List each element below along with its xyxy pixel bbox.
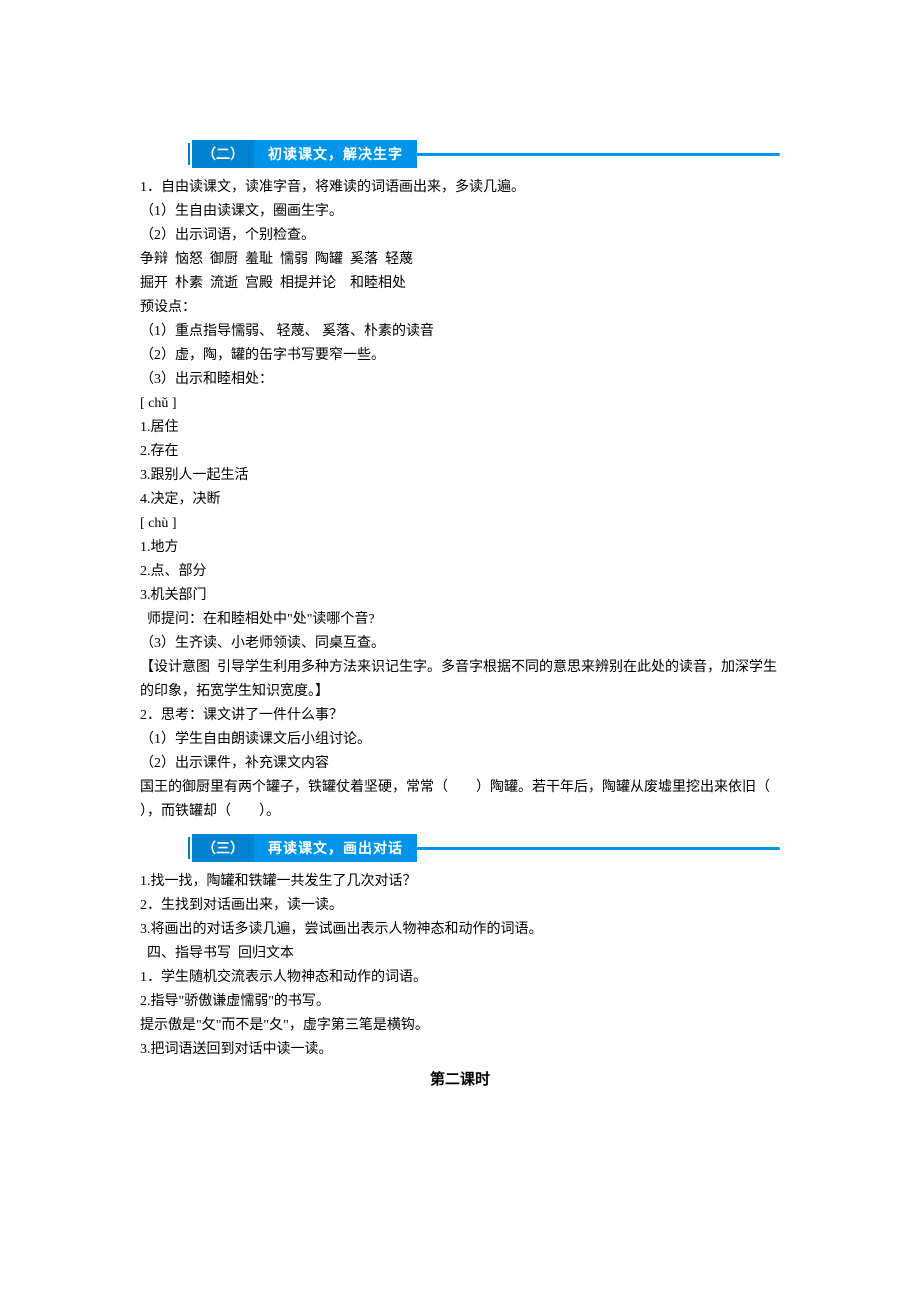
s2-line-16: 2.点、部分 xyxy=(140,560,780,584)
s2-line-3: 争辩 恼怒 御厨 羞耻 懦弱 陶罐 奚落 轻蔑 xyxy=(140,248,780,272)
s2-line-7: （2）虚，陶，罐的缶字书写要窄一些。 xyxy=(140,344,780,368)
section-3-header: （三） 再读课文，画出对话 xyxy=(190,834,780,862)
s3-line-1: 2．生找到对话画出来，读一读。 xyxy=(140,894,780,918)
s2-line-9: [ chǔ ] xyxy=(140,392,780,416)
next-lesson-heading: 第二课时 xyxy=(140,1068,780,1089)
section-2-bar xyxy=(417,153,780,156)
s2-line-8: （3）出示和睦相处： xyxy=(140,368,780,392)
s3-line-6: 提示傲是"攵"而不是"夂"，虚字第三笔是横钩。 xyxy=(140,1014,780,1038)
section-2-tab: （二） xyxy=(190,140,254,168)
s2-line-17: 3.机关部门 xyxy=(140,584,780,608)
s2-line-6: （1）重点指导懦弱、 轻蔑、 奚落、朴素的读音 xyxy=(140,320,780,344)
s2-line-18: 师提问：在和睦相处中"处"读哪个音? xyxy=(140,608,780,632)
s3-line-0: 1.找一找，陶罐和铁罐一共发生了几次对话？ xyxy=(140,870,780,894)
s2-line-24: 国王的御厨里有两个罐子，铁罐仗着坚硬，常常（ ）陶罐。若干年后，陶罐从废墟里挖出… xyxy=(140,776,780,824)
section-3-bar xyxy=(417,847,780,850)
s3-line-4: 1．学生随机交流表示人物神态和动作的词语。 xyxy=(140,966,780,990)
s3-line-7: 3.把词语送回到对话中读一读。 xyxy=(140,1038,780,1062)
s3-line-2: 3.将画出的对话多读几遍，尝试画出表示人物神态和动作的词语。 xyxy=(140,918,780,942)
document-content: （二） 初读课文，解决生字 1．自由读课文，读准字音，将难读的词语画出来，多读几… xyxy=(0,0,920,1149)
s2-line-20: 【设计意图 引导学生利用多种方法来识记生字。多音字根据不同的意思来辨别在此处的读… xyxy=(140,656,780,704)
s2-line-15: 1.地方 xyxy=(140,536,780,560)
s3-line-5: 2.指导"骄傲谦虚懦弱"的书写。 xyxy=(140,990,780,1014)
s2-line-22: （1）学生自由朗读课文后小组讨论。 xyxy=(140,728,780,752)
s2-line-19: （3）生齐读、小老师领读、同桌互查。 xyxy=(140,632,780,656)
s3-line-3: 四、指导书写 回归文本 xyxy=(140,942,780,966)
s2-line-21: 2．思考：课文讲了一件什么事？ xyxy=(140,704,780,728)
s2-line-13: 4.决定，决断 xyxy=(140,488,780,512)
s2-line-2: （2）出示词语，个别检查。 xyxy=(140,224,780,248)
s2-line-10: 1.居住 xyxy=(140,416,780,440)
s2-line-23: （2）出示课件，补充课文内容 xyxy=(140,752,780,776)
s2-line-14: [ chù ] xyxy=(140,512,780,536)
s2-line-4: 掘开 朴素 流逝 宫殿 相提并论 和睦相处 xyxy=(140,272,780,296)
section-3-tab: （三） xyxy=(190,834,254,862)
section-2-header: （二） 初读课文，解决生字 xyxy=(190,140,780,168)
s2-line-12: 3.跟别人一起生活 xyxy=(140,464,780,488)
s2-line-11: 2.存在 xyxy=(140,440,780,464)
s2-line-5: 预设点： xyxy=(140,296,780,320)
s2-line-0: 1．自由读课文，读准字音，将难读的词语画出来，多读几遍。 xyxy=(140,176,780,200)
section-2-title: 初读课文，解决生字 xyxy=(254,140,417,168)
s2-line-1: （1）生自由读课文，圈画生字。 xyxy=(140,200,780,224)
section-3-title: 再读课文，画出对话 xyxy=(254,834,417,862)
